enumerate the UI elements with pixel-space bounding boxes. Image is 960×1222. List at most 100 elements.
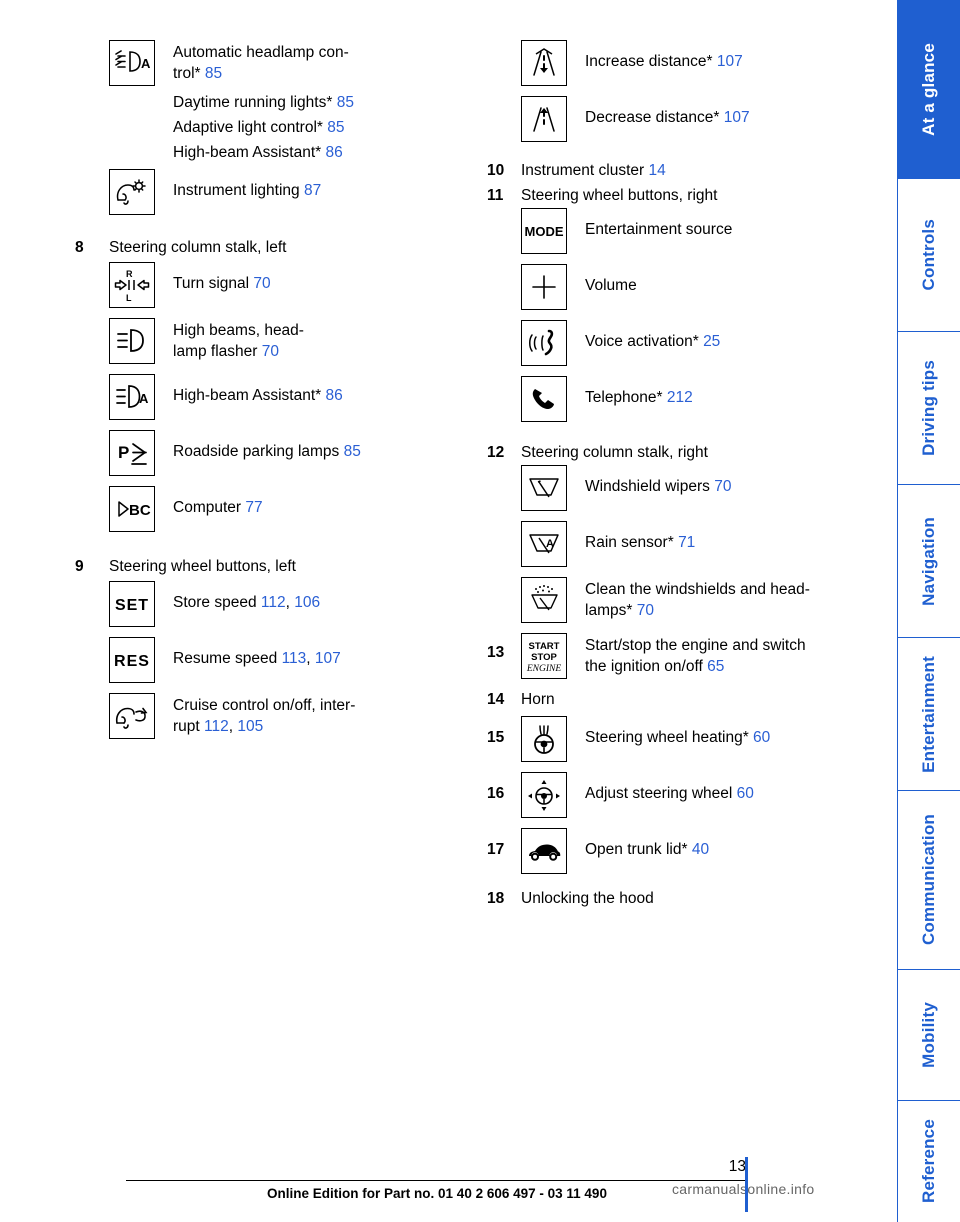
- entry-telephone: Telephone* 212: [521, 376, 877, 422]
- svg-text:P: P: [118, 443, 129, 462]
- svg-text:STOP: STOP: [531, 652, 557, 663]
- tab-communication[interactable]: Communication: [898, 791, 960, 969]
- page-ref-2: 107: [314, 650, 341, 667]
- tab-at-a-glance[interactable]: At a glance: [898, 0, 960, 178]
- windshield-wipers-icon: [521, 465, 567, 511]
- page-ref: 40: [691, 841, 710, 858]
- tab-label: Controls: [919, 219, 938, 291]
- entry-resume-speed: RES Resume speed 113, 107: [109, 637, 455, 683]
- page-content: A Automatic headlamp con- trol* 85 Dayti…: [0, 0, 898, 1222]
- entry-text-line1: High beams, head-: [173, 322, 304, 339]
- spine-mark: [745, 1157, 748, 1212]
- entry-text: Windshield wipers: [585, 478, 710, 495]
- section-number: 15: [487, 729, 505, 746]
- tab-navigation[interactable]: Navigation: [898, 485, 960, 637]
- entry-rain-sensor: A Rain sensor* 71: [521, 521, 877, 567]
- section-title: Instrument cluster 14: [521, 160, 666, 181]
- tab-label: At a glance: [919, 42, 938, 136]
- entry-high-beams-headlamp-flasher: High beams, head- lamp flasher 70: [109, 318, 455, 364]
- page-ref: 77: [245, 499, 263, 516]
- icon-cell: [109, 318, 173, 364]
- icon-cell: START STOP ENGINE: [521, 633, 585, 679]
- icon-cell: [521, 828, 585, 874]
- entry-label: Turn signal 70: [173, 262, 455, 294]
- page-ref: 14: [648, 162, 666, 179]
- entry-text: Telephone*: [585, 389, 663, 406]
- icon-cell: [521, 577, 585, 623]
- section-number: 13: [487, 644, 505, 661]
- telephone-icon: [521, 376, 567, 422]
- chapter-tab-rail: At a glance Controls Driving tips Naviga…: [897, 0, 960, 1222]
- tab-label: Reference: [919, 1119, 938, 1204]
- tab-mobility[interactable]: Mobility: [898, 970, 960, 1100]
- section-10: 10 Instrument cluster 14: [487, 160, 877, 181]
- entry-text: High-beam Assistant*: [173, 387, 322, 404]
- tab-entertainment[interactable]: Entertainment: [898, 638, 960, 790]
- icon-cell: [521, 320, 585, 366]
- entry-instrument-lighting: Instrument lighting 87: [109, 169, 455, 215]
- icon-cell: [521, 376, 585, 422]
- entry-high-beam-assistant: A High-beam Assistant* 86: [109, 374, 455, 420]
- entry-text: Entertainment source: [585, 221, 733, 238]
- entry-text: Adjust steering wheel: [585, 785, 733, 802]
- entry-entertainment-source: MODE Entertainment source: [521, 208, 877, 254]
- tab-label: Driving tips: [919, 360, 938, 456]
- tab-driving-tips[interactable]: Driving tips: [898, 332, 960, 484]
- icon-cell: R L: [109, 262, 173, 308]
- line-1: Automatic headlamp con-: [173, 44, 349, 61]
- page-ref: 70: [636, 602, 654, 619]
- entry-label: Automatic headlamp con- trol* 85: [173, 40, 455, 84]
- entry-text: Store speed: [173, 594, 257, 611]
- entry-label: Open trunk lid* 40: [585, 828, 877, 860]
- voice-activation-icon: [521, 320, 567, 366]
- svg-text:MODE: MODE: [525, 224, 564, 239]
- svg-text:A: A: [139, 391, 149, 406]
- entry-text: Daytime running lights*: [173, 94, 333, 111]
- entry-label: Adaptive light control* 85: [173, 115, 455, 138]
- entry-label: Clean the windshields and head- lamps* 7…: [585, 577, 877, 621]
- tab-label: Navigation: [919, 516, 938, 606]
- turn-signal-icon: R L: [109, 262, 155, 308]
- tab-reference[interactable]: Reference: [898, 1101, 960, 1222]
- tab-controls[interactable]: Controls: [898, 179, 960, 331]
- clean-windshields-headlamps-icon: [521, 577, 567, 623]
- start-stop-engine-icon: START STOP ENGINE: [521, 633, 567, 679]
- section-title: Horn: [521, 691, 555, 708]
- entry-voice-activation: Voice activation* 25: [521, 320, 877, 366]
- entry-text: Adaptive light control*: [173, 119, 323, 136]
- page-number: 13: [728, 1158, 746, 1175]
- entry-clean-windshields-headlamps: Clean the windshields and head- lamps* 7…: [521, 577, 877, 623]
- instrument-lighting-icon: [109, 169, 155, 215]
- page-ref: 212: [666, 389, 693, 406]
- section-number: 17: [487, 841, 505, 858]
- entry-text: Increase distance*: [585, 53, 713, 70]
- svg-text:BC: BC: [129, 502, 151, 519]
- tab-label: Mobility: [919, 1002, 938, 1068]
- res-button-icon: RES: [109, 637, 155, 683]
- increase-distance-icon: [521, 40, 567, 86]
- page-ref: 71: [678, 534, 696, 551]
- section-title: Steering column stalk, right: [521, 444, 708, 461]
- svg-text:L: L: [126, 293, 132, 303]
- icon-cell: RES: [109, 637, 173, 683]
- icon-cell: [109, 169, 173, 215]
- entry-label: Decrease distance* 107: [585, 96, 877, 128]
- entry-text-line2: lamp flasher: [173, 343, 258, 360]
- section-number: 9: [75, 558, 84, 575]
- svg-text:R: R: [126, 269, 133, 279]
- entry-text: Voice activation*: [585, 333, 699, 350]
- section-title: Steering wheel buttons, left: [109, 558, 296, 575]
- entry-label: Start/stop the engine and switch the ign…: [585, 633, 877, 677]
- entry-label: Adjust steering wheel 60: [585, 772, 877, 804]
- section-number: 16: [487, 785, 505, 802]
- entry-label: Computer 77: [173, 486, 455, 518]
- entry-text: Resume speed: [173, 650, 278, 667]
- section-title-text: Instrument cluster: [521, 162, 645, 179]
- svg-text:START: START: [529, 641, 560, 652]
- entry-text: Computer: [173, 499, 242, 516]
- entry-label: High-beam Assistant* 86: [173, 140, 455, 163]
- entry-text: Roadside parking lamps: [173, 443, 340, 460]
- entry-text: Instrument lighting: [173, 182, 300, 199]
- section-title: Steering wheel buttons, right: [521, 187, 718, 204]
- page-ref: 107: [723, 109, 750, 126]
